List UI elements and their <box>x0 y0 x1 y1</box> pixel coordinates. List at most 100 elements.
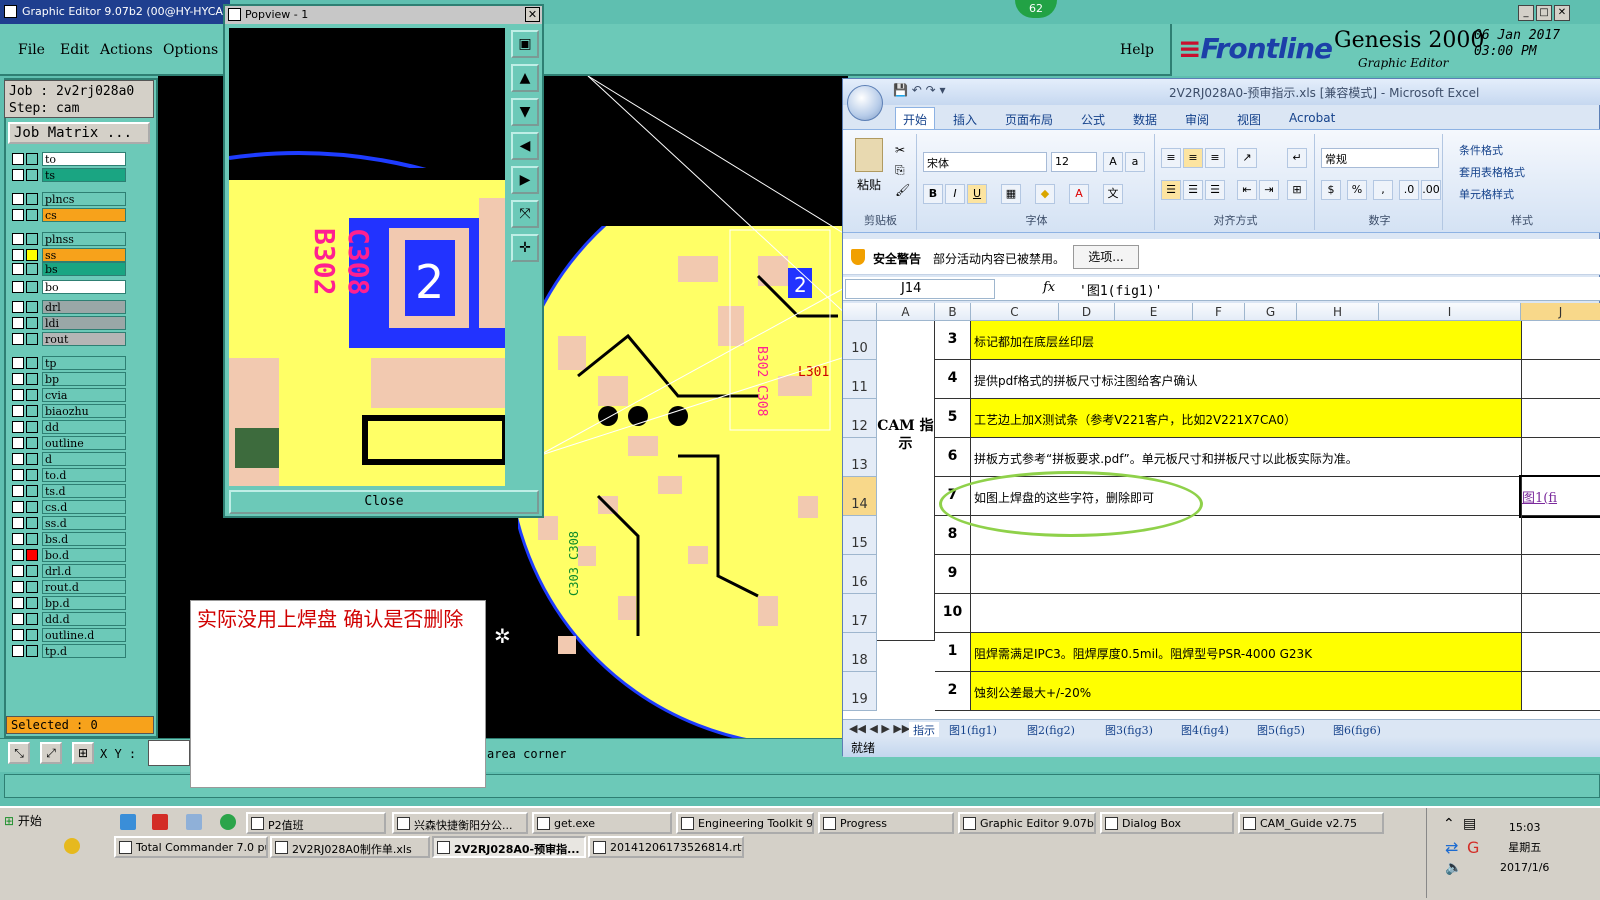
grid-icon[interactable]: ⊞ <box>72 742 94 764</box>
tray-arrow-icon[interactable]: ⌃ <box>1443 816 1455 832</box>
layer-color-swatch[interactable] <box>26 597 38 609</box>
pdf-icon[interactable] <box>152 814 168 830</box>
security-options-button[interactable]: 选项... <box>1073 245 1139 269</box>
layer-name[interactable]: tp.d <box>42 644 126 658</box>
zoom-area-icon[interactable]: ⤡ <box>8 742 30 764</box>
layer-name[interactable]: ts.d <box>42 484 126 498</box>
tab-view[interactable]: 视图 <box>1237 111 1261 128</box>
layer-row-outline[interactable]: outline <box>12 436 130 450</box>
cell-link[interactable]: 图1(fi <box>1519 475 1600 518</box>
orientation-icon[interactable]: ↗ <box>1237 148 1257 168</box>
tab-home[interactable]: 开始 <box>895 107 935 129</box>
layer-name[interactable]: cvia <box>42 388 126 402</box>
taskbar-item[interactable]: 20141206173526814.rtf... <box>588 836 744 858</box>
font-name-select[interactable]: 宋体 <box>923 152 1047 172</box>
layer-checkbox[interactable] <box>12 581 24 593</box>
fx-icon[interactable]: fx <box>1043 280 1055 295</box>
column-header[interactable]: B <box>935 303 971 321</box>
cell-link[interactable] <box>1521 360 1600 399</box>
layer-color-swatch[interactable] <box>26 517 38 529</box>
quicklaunch-icon[interactable] <box>64 838 80 854</box>
sheet-tab[interactable]: 图2(fig2) <box>1027 722 1075 738</box>
layer-name[interactable]: plncs <box>42 192 126 206</box>
layer-color-swatch[interactable] <box>26 193 38 205</box>
layer-name[interactable]: bp.d <box>42 596 126 610</box>
column-header[interactable]: E <box>1115 303 1193 321</box>
layer-checkbox[interactable] <box>12 597 24 609</box>
paste-button[interactable]: 粘贴 <box>857 176 881 193</box>
volume-icon[interactable]: 🔈 <box>1445 860 1462 876</box>
layer-color-swatch[interactable] <box>26 281 38 293</box>
cell-style-button[interactable]: 单元格样式 <box>1459 186 1514 202</box>
layer-color-swatch[interactable] <box>26 469 38 481</box>
layer-name[interactable]: bs.d <box>42 532 126 546</box>
layer-row-tp[interactable]: tp <box>12 356 130 370</box>
cell-text[interactable] <box>971 555 1521 594</box>
pan-icon[interactable]: ⤢ <box>40 742 62 764</box>
calculator-icon[interactable] <box>186 814 202 830</box>
layer-name[interactable]: d <box>42 452 126 466</box>
italic-icon[interactable]: I <box>945 184 965 204</box>
sheet-tab[interactable]: 指示 <box>909 722 939 738</box>
cell-number[interactable]: 4 <box>935 360 971 399</box>
layer-name[interactable]: ts <box>42 168 126 182</box>
taskbar-item[interactable]: Progress <box>818 812 954 834</box>
currency-icon[interactable]: $ <box>1321 180 1341 200</box>
cell-number[interactable]: 3 <box>935 321 971 360</box>
layer-row-dd[interactable]: dd <box>12 420 130 434</box>
layer-name[interactable]: bo.d <box>42 548 126 562</box>
taskbar-item[interactable]: get.exe <box>532 812 672 834</box>
layer-color-swatch[interactable] <box>26 233 38 245</box>
view-restore-icon[interactable]: ▣ <box>511 30 539 58</box>
tab-page-layout[interactable]: 页面布局 <box>1005 111 1053 128</box>
layer-color-swatch[interactable] <box>26 209 38 221</box>
cell-link[interactable] <box>1521 555 1600 594</box>
row-header[interactable]: 11 <box>843 360 877 399</box>
layer-color-swatch[interactable] <box>26 333 38 345</box>
layer-checkbox[interactable] <box>12 153 24 165</box>
taskbar-item[interactable]: P2值班 <box>246 812 386 834</box>
menu-edit[interactable]: Edit <box>60 42 89 58</box>
indent-increase-icon[interactable]: ⇥ <box>1259 180 1279 200</box>
cell-text[interactable]: 标记都加在底层丝印层 <box>971 321 1521 360</box>
zoom-fit-icon[interactable]: ⤧ <box>511 200 539 228</box>
layer-name[interactable]: tp <box>42 356 126 370</box>
layer-name[interactable]: ss <box>42 248 126 262</box>
decimal-decrease-icon[interactable]: .00 <box>1421 180 1441 200</box>
office-button[interactable] <box>847 85 883 121</box>
fill-color-icon[interactable]: ◆ <box>1035 184 1055 204</box>
layer-row-ts[interactable]: ts <box>12 168 130 182</box>
align-bottom-icon[interactable]: ≡ <box>1205 148 1225 168</box>
cell-link[interactable] <box>1521 399 1600 438</box>
layer-color-swatch[interactable] <box>26 533 38 545</box>
tray-g-icon[interactable]: G <box>1467 838 1479 857</box>
tray-app-icon[interactable]: ▤ <box>1463 816 1476 832</box>
layer-name[interactable]: plnss <box>42 232 126 246</box>
layer-name[interactable]: ldi <box>42 316 126 330</box>
taskbar-item[interactable]: 2V2RJ028A0-预审指... <box>432 836 586 858</box>
layer-checkbox[interactable] <box>12 421 24 433</box>
layer-row-bp-d[interactable]: bp.d <box>12 596 130 610</box>
row-header[interactable]: 14 <box>843 477 877 516</box>
layer-row-tp-d[interactable]: tp.d <box>12 644 130 658</box>
layer-color-swatch[interactable] <box>26 317 38 329</box>
layer-row-plncs[interactable]: plncs <box>12 192 130 206</box>
cell-link[interactable] <box>1521 633 1600 672</box>
layer-checkbox[interactable] <box>12 389 24 401</box>
layer-checkbox[interactable] <box>12 629 24 641</box>
layer-checkbox[interactable] <box>12 549 24 561</box>
column-header[interactable]: A <box>877 303 935 321</box>
table-format-button[interactable]: 套用表格格式 <box>1459 164 1525 180</box>
worksheet-grid[interactable]: A B C D E F G H I J 10 3 标记都加在底层丝印层 11 4 提供pd… <box>843 303 1600 719</box>
taskbar-item[interactable]: Total Commander 7.0 pu... <box>114 836 268 858</box>
taskbar-item[interactable]: 兴森快捷衡阳分公... <box>392 812 528 834</box>
layer-row-cs-d[interactable]: cs.d <box>12 500 130 514</box>
sheet-tab[interactable]: 图4(fig4) <box>1181 722 1229 738</box>
layer-row-d[interactable]: d <box>12 452 130 466</box>
wrap-text-icon[interactable]: ↵ <box>1287 148 1307 168</box>
align-middle-icon[interactable]: ≡ <box>1183 148 1203 168</box>
layer-color-swatch[interactable] <box>26 629 38 641</box>
minimize-icon[interactable]: _ <box>1518 5 1534 21</box>
sheet-nav-icons[interactable]: ◀◀ ◀ ▶ ▶▶ <box>849 722 910 735</box>
layer-color-swatch[interactable] <box>26 581 38 593</box>
